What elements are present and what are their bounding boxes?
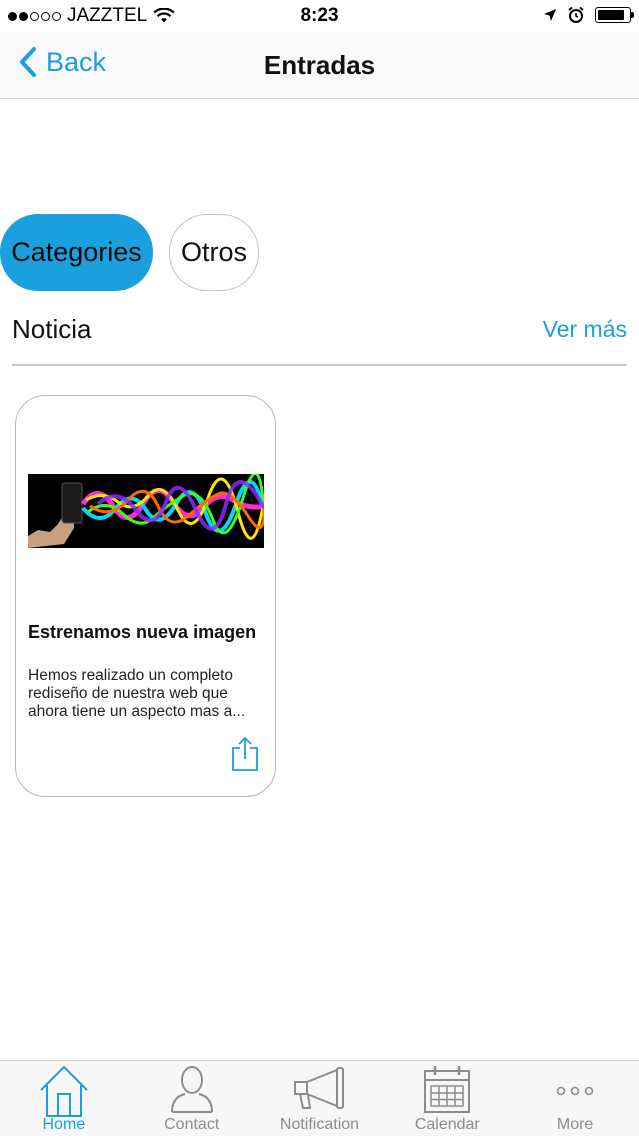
share-button[interactable] [231,736,259,772]
more-dots-icon [556,1086,594,1096]
chevron-left-icon [20,47,36,77]
home-icon [40,1065,88,1117]
status-bar: JAZZTEL 8:23 [0,0,639,32]
tab-label: Notification [279,1116,360,1133]
calendar-icon [424,1066,471,1113]
card-image [28,474,264,548]
alarm-clock-icon [568,6,584,23]
location-arrow-icon [544,9,556,21]
navigation-bar: Back Entradas [0,32,639,99]
back-button[interactable]: Back [18,46,106,78]
category-chips: Categories Otros [0,214,259,291]
back-label: Back [46,46,107,77]
tab-label: Calendar [414,1116,480,1133]
tab-more[interactable]: More [511,1061,639,1136]
tab-home[interactable]: Home [0,1061,128,1136]
tab-label: More [556,1116,594,1133]
battery-level-fill [598,10,624,20]
battery-icon [595,7,634,23]
chip-label: Otros [180,237,247,267]
status-right [543,6,634,24]
section-title: Noticia [12,314,92,344]
megaphone-icon [294,1067,345,1109]
card-description: Hemos realizado un completo rediseño de … [28,667,246,720]
news-card[interactable]: Estrenamos nueva imagen Hemos realizado … [15,395,276,797]
tab-label: Contact [164,1116,220,1133]
share-icon [232,737,258,771]
tab-calendar[interactable]: Calendar [383,1061,511,1136]
tab-label: Home [42,1116,86,1133]
hand-phone-waves-image [28,474,264,548]
tab-contact[interactable]: Contact [128,1061,256,1136]
chip-otros[interactable]: Otros [169,214,259,291]
chip-categories[interactable]: Categories [0,214,153,291]
chip-label: Categories [11,237,142,267]
see-more-link[interactable]: Ver más [543,316,627,343]
card-title: Estrenamos nueva imagen [28,622,257,642]
screen: JAZZTEL 8:23 Back Entradas Categories Ot… [0,0,639,1136]
tab-notification[interactable]: Notification [256,1061,384,1136]
person-icon [170,1066,213,1113]
tab-bar: Home Contact Notification Calendar More [0,1060,639,1136]
section-header: Noticia Ver más [12,312,627,366]
